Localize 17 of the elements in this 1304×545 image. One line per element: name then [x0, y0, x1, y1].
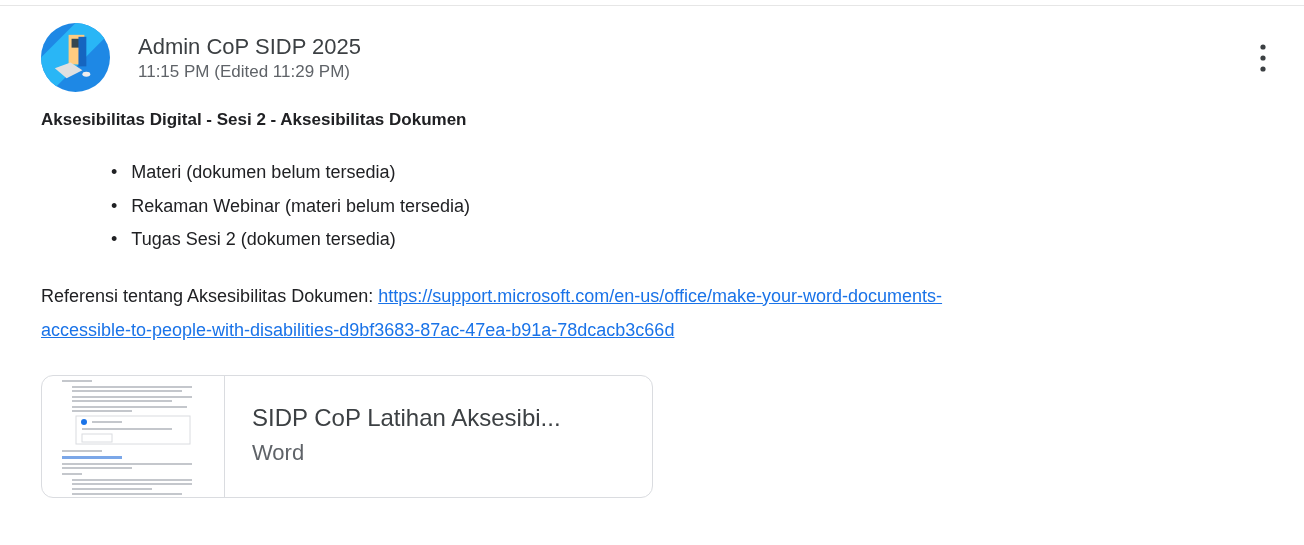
more-options-icon[interactable] [1260, 43, 1266, 73]
bullet-icon: • [111, 223, 118, 257]
post-timestamp: 11:15 PM (Edited 11:29 PM) [138, 61, 351, 82]
computer-avatar-icon [41, 23, 110, 92]
attachment-card[interactable]: SIDP CoP Latihan Aksesibi... Word [41, 374, 653, 498]
attachment-type: Word [252, 439, 306, 466]
author-name: Admin CoP SIDP 2025 [138, 33, 361, 60]
list-item: Rekaman Webinar (materi belum tersedia) [131, 194, 471, 218]
bullet-icon: • [111, 189, 118, 223]
reference-text: Referensi tentang Aksesibilitas Dokumen: [41, 284, 374, 308]
bullet-icon: • [111, 156, 118, 190]
list-item: Materi (dokumen belum tersedia) [131, 161, 396, 184]
reference-link[interactable]: https://support.microsoft.com/en-us/office/make-your-word-documents- [378, 278, 943, 313]
reference-link[interactable]: accessible-to-people-with-disabilities-d9bf3683-87ac-47ea-b91a-78dcacb3c66d [41, 312, 675, 347]
list-item: Tugas Sesi 2 (dokumen tersedia) [131, 228, 396, 251]
attachment-title: SIDP CoP Latihan Aksesibi... [252, 403, 561, 432]
post-title: Aksesibilitas Digital - Sesi 2 - Aksesibilitas Dokumen [41, 110, 468, 130]
